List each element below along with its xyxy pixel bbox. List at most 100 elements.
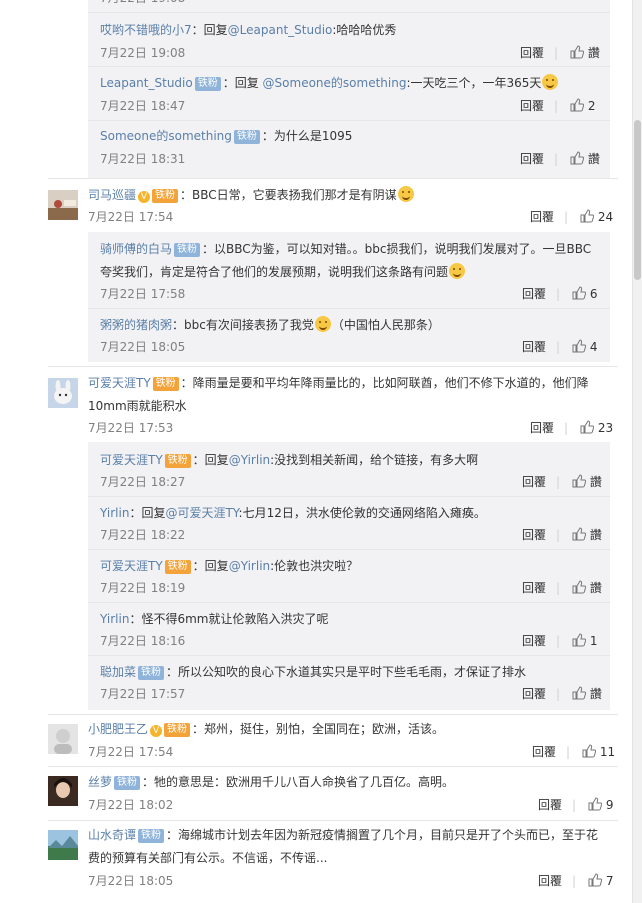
smile-emoji-icon	[314, 316, 331, 332]
comment-actions: 回覆 | 讚	[522, 527, 602, 545]
avatar[interactable]	[48, 724, 78, 754]
list-item: 司马巡疆 V 铁粉 ：BBC日常，它要表扬我们那才是有阴谋	[88, 186, 415, 204]
thumbs-up-icon[interactable]	[572, 339, 587, 357]
comment-username[interactable]: 可爱天涯TY	[100, 559, 163, 573]
comment-username[interactable]: Someone的something	[100, 129, 232, 143]
thumbs-up-icon[interactable]	[570, 45, 585, 63]
thumbs-up-icon[interactable]	[588, 797, 603, 815]
reply-button[interactable]: 回覆	[522, 581, 546, 595]
like-count: 9	[605, 798, 614, 812]
comment-actions: 回覆 | 6	[522, 286, 598, 304]
avatar[interactable]	[48, 830, 78, 860]
comment-text: ：降雨量是要和平均年降雨量比的，比如阿联酋，他们不修下水道的，他们降	[180, 376, 589, 390]
reply-button[interactable]: 回覆	[520, 99, 544, 113]
thumbs-up-icon[interactable]	[572, 527, 587, 545]
thumbs-up-icon[interactable]	[570, 151, 585, 169]
thumbs-up-icon[interactable]	[572, 474, 587, 492]
comment-text: ：海绵城市计划去年因为新冠疫情搁置了几个月，目前只是开了个头而已，至于花	[166, 828, 599, 842]
thumbs-up-icon[interactable]	[572, 633, 587, 651]
reply-button[interactable]: 回覆	[522, 528, 546, 542]
thumbs-up-icon[interactable]	[572, 580, 587, 598]
comment-text: ：回复@Leapant_Studio:哈哈哈优秀	[191, 23, 397, 37]
reply-button[interactable]: 回覆	[522, 287, 546, 301]
mention-link[interactable]: @Yirlin	[229, 559, 270, 573]
scrollbar-thumb[interactable]	[634, 120, 641, 280]
like-count: 讚	[587, 152, 600, 166]
reply-button[interactable]: 回覆	[520, 46, 544, 60]
fan-badge: 铁粉	[114, 776, 141, 790]
comment-actions: 回覆 | 23	[530, 420, 613, 438]
comment-username[interactable]: Yirlin	[100, 612, 129, 626]
reply-button[interactable]: 回覆	[538, 798, 562, 812]
thumbs-up-icon[interactable]	[572, 686, 587, 704]
comment-username[interactable]: 哎哟不错哦的小7	[100, 23, 192, 37]
divider	[48, 366, 618, 367]
comment-text: :七月12日，洪水使伦敦的交通网络陷入瘫痪。	[238, 506, 486, 520]
gold-fan-badge: 铁粉	[164, 560, 191, 574]
list-item: 可爱天涯TY 铁粉 ：回复@Yirlin:没找到相关新闻，给个链接，有多大啊	[100, 451, 478, 469]
comment-username[interactable]: 山水奇谭	[88, 828, 136, 842]
divider	[88, 12, 610, 13]
comment-username[interactable]: 司马巡疆	[88, 188, 136, 202]
comment-username[interactable]: Leapant_Studio	[100, 76, 193, 90]
list-item: 可爱天涯TY 铁粉 ：回复@Yirlin:伦敦也洪灾啦？	[100, 557, 358, 575]
mention-link[interactable]: @可爱天涯TY	[165, 506, 238, 520]
reply-button[interactable]: 回覆	[522, 475, 546, 489]
scrollbar[interactable]	[632, 0, 642, 903]
comment-text-line: 夸奖我们，肯定是符合了他们的发展预期，说明我们这条路有问题	[100, 263, 466, 281]
comment-time: 7月22日 18:47	[100, 99, 186, 113]
comment-actions: 回覆 | 2	[520, 98, 596, 116]
like-count: 讚	[589, 475, 602, 489]
list-item: 小肥肥王乙 V 铁粉 ：郑州，挺住，别怕，全国同在；欧洲，活该。	[88, 720, 444, 738]
comment-text: ：回复	[192, 453, 229, 467]
thumbs-up-icon[interactable]	[588, 873, 603, 891]
comment-actions: 回覆 | 24	[530, 209, 613, 227]
comment-username[interactable]: Yirlin	[100, 506, 129, 520]
reply-button[interactable]: 回覆	[538, 874, 562, 888]
divider	[48, 178, 618, 179]
mention-link[interactable]: @Leapant_Studio	[228, 23, 333, 37]
comment-actions: 回覆 | 9	[538, 797, 614, 815]
comment-actions: 回覆 | 讚	[520, 45, 600, 63]
comment-username[interactable]: 聪加菜	[100, 665, 136, 679]
fan-badge: 铁粉	[138, 666, 165, 680]
comment-time: 7月22日 18:05	[88, 874, 174, 888]
thumbs-up-icon[interactable]	[572, 286, 587, 304]
mention-link[interactable]: @Yirlin	[229, 453, 270, 467]
comment-text: ：牠的意思是：欧洲用千儿八百人命换省了几百亿。高明。	[142, 775, 455, 789]
comment-time: 7月22日 19:08	[100, 0, 185, 6]
thumbs-up-icon[interactable]	[582, 744, 597, 762]
thumbs-up-icon[interactable]	[570, 98, 585, 116]
reply-button[interactable]: 回覆	[522, 687, 546, 701]
comment-username[interactable]: 骑师傅的白马	[100, 242, 172, 256]
comment-text: ：所以公知吹的良心下水道其实只是平时下些毛毛雨，才保证了排水	[166, 665, 527, 679]
comment-username[interactable]: 小肥肥王乙	[88, 722, 148, 736]
divider	[88, 66, 610, 67]
avatar[interactable]	[48, 190, 78, 220]
comment-actions: 回覆 | 讚	[522, 686, 602, 704]
thumbs-up-icon[interactable]	[580, 209, 595, 227]
comment-username[interactable]: 粥粥的猪肉粥	[100, 318, 172, 332]
avatar[interactable]	[48, 378, 78, 408]
comment-text-line: 10mm雨就能积水	[88, 397, 187, 415]
reply-button[interactable]: 回覆	[522, 340, 546, 354]
mention-link[interactable]: @Someone的something	[263, 76, 407, 90]
divider	[48, 714, 618, 715]
list-item: Leapant_Studio 铁粉 ：回复 @Someone的something:一…	[100, 74, 559, 92]
avatar[interactable]	[48, 776, 78, 806]
smirk-emoji-icon	[397, 186, 414, 202]
comment-username[interactable]: 可爱天涯TY	[88, 376, 151, 390]
comment-username[interactable]: 丝萝	[88, 775, 112, 789]
comment-time: 7月22日 17:54	[88, 745, 174, 759]
reply-button[interactable]: 回覆	[522, 634, 546, 648]
comment-username[interactable]: 可爱天涯TY	[100, 453, 163, 467]
reply-button[interactable]: 回覆	[530, 421, 554, 435]
reply-button[interactable]: 回覆	[530, 210, 554, 224]
comment-text: ：bbc有次间接表扬了我党	[172, 318, 314, 332]
list-item: Someone的something 铁粉 ：为什么是1095	[100, 127, 352, 145]
list-item: Yirlin：怪不得6mm就让伦敦陷入洪灾了呢	[100, 610, 328, 628]
reply-button[interactable]: 回覆	[532, 745, 556, 759]
reply-button[interactable]: 回覆	[520, 152, 544, 166]
thumbs-up-icon[interactable]	[580, 420, 595, 438]
comment-time: 7月22日 17:54	[88, 210, 174, 224]
